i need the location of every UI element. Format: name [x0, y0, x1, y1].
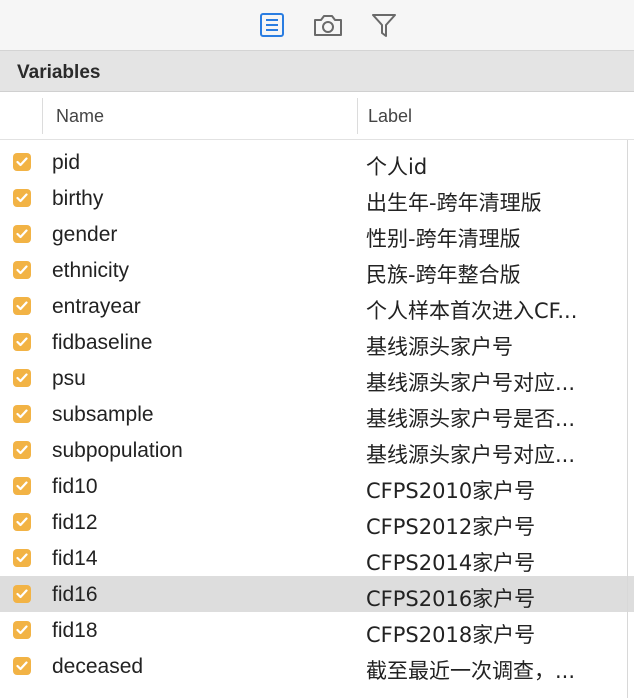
column-header-name[interactable]: Name [56, 106, 104, 127]
include-checkbox[interactable] [13, 405, 31, 423]
variable-name: subpopulation [52, 439, 183, 462]
checkmark-icon [16, 517, 28, 527]
table-row[interactable]: fid16 CFPS2016家户号 [0, 576, 634, 612]
variable-label: CFPS2014家户号 [366, 551, 536, 575]
table-row[interactable]: ethnicity 民族-跨年整合版 [0, 252, 634, 288]
checkmark-icon [16, 337, 28, 347]
toolbar [0, 0, 634, 50]
snapshot-button[interactable] [312, 9, 344, 41]
include-checkbox[interactable] [13, 189, 31, 207]
variable-name: fidbaseline [52, 331, 153, 354]
table-row[interactable]: deceased 截至最近一次调查，... [0, 648, 634, 684]
variable-name: gender [52, 223, 118, 246]
column-divider [42, 98, 43, 134]
variable-label: 民族-跨年整合版 [366, 263, 521, 287]
scroll-edge [627, 140, 628, 698]
variable-label: 出生年-跨年清理版 [366, 191, 542, 215]
include-checkbox[interactable] [13, 441, 31, 459]
include-checkbox[interactable] [13, 333, 31, 351]
table-row[interactable]: entrayear 个人样本首次进入CF... [0, 288, 634, 324]
include-checkbox[interactable] [13, 369, 31, 387]
variable-label: 个人样本首次进入CF... [366, 299, 578, 323]
variable-label: 基线源头家户号是否... [366, 407, 576, 431]
table-row[interactable]: pid 个人id [0, 144, 634, 180]
variable-label: CFPS2012家户号 [366, 515, 536, 539]
checkmark-icon [16, 445, 28, 455]
variable-label: 基线源头家户号对应... [366, 371, 576, 395]
variable-label: 截至最近一次调查，... [366, 659, 576, 683]
include-checkbox[interactable] [13, 261, 31, 279]
checkmark-icon [16, 373, 28, 383]
variable-name: fid10 [52, 475, 98, 498]
variable-name: fid18 [52, 619, 98, 642]
checkmark-icon [16, 265, 28, 275]
list-view-icon [260, 13, 284, 37]
checkmark-icon [16, 409, 28, 419]
variable-label: 性别-跨年清理版 [366, 227, 521, 251]
variable-label: 个人id [366, 155, 428, 179]
filter-icon [372, 14, 396, 37]
variable-label: 基线源头家户号对应... [366, 443, 576, 467]
checkmark-icon [16, 193, 28, 203]
variable-name: fid16 [52, 583, 98, 606]
table-row[interactable]: fidbaseline 基线源头家户号 [0, 324, 634, 360]
include-checkbox[interactable] [13, 657, 31, 675]
variable-name: entrayear [52, 295, 141, 318]
include-checkbox[interactable] [13, 477, 31, 495]
variable-name: birthy [52, 187, 104, 210]
include-checkbox[interactable] [13, 621, 31, 639]
checkmark-icon [16, 625, 28, 635]
variable-label: CFPS2010家户号 [366, 479, 536, 503]
checkmark-icon [16, 661, 28, 671]
table-row[interactable]: fid18 CFPS2018家户号 [0, 612, 634, 648]
column-header-row: Name Label [0, 92, 634, 140]
table-row[interactable]: psu 基线源头家户号对应... [0, 360, 634, 396]
table-row[interactable]: subpopulation 基线源头家户号对应... [0, 432, 634, 468]
variable-name: pid [52, 151, 81, 174]
variable-name: deceased [52, 655, 144, 678]
variable-name: psu [52, 367, 86, 390]
table-row[interactable]: fid12 CFPS2012家户号 [0, 504, 634, 540]
filter-button[interactable] [368, 9, 400, 41]
checkmark-icon [16, 301, 28, 311]
variable-name: ethnicity [52, 259, 130, 282]
table-row[interactable]: fid10 CFPS2010家户号 [0, 468, 634, 504]
table-row[interactable]: fid14 CFPS2014家户号 [0, 540, 634, 576]
include-checkbox[interactable] [13, 513, 31, 531]
table-row[interactable]: gender 性别-跨年清理版 [0, 216, 634, 252]
checkmark-icon [16, 481, 28, 491]
checkmark-icon [16, 229, 28, 239]
variable-label: 基线源头家户号 [366, 335, 513, 359]
table-row[interactable]: subsample 基线源头家户号是否... [0, 396, 634, 432]
include-checkbox[interactable] [13, 153, 31, 171]
include-checkbox[interactable] [13, 549, 31, 567]
variable-label: CFPS2018家户号 [366, 623, 536, 647]
variable-label: CFPS2016家户号 [366, 587, 536, 611]
column-divider [357, 98, 358, 134]
checkmark-icon [16, 553, 28, 563]
checkmark-icon [16, 157, 28, 167]
table-row[interactable]: birthy 出生年-跨年清理版 [0, 180, 634, 216]
variables-section-header: Variables [0, 50, 634, 92]
section-title: Variables [17, 62, 101, 83]
variable-name: subsample [52, 403, 154, 426]
variable-name: fid14 [52, 547, 98, 570]
variables-list: pid 个人id birthy 出生年-跨年清理版 gender 性别-跨年清理版 ethn… [0, 144, 634, 684]
variable-name: fid12 [52, 511, 98, 534]
include-checkbox[interactable] [13, 585, 31, 603]
include-checkbox[interactable] [13, 225, 31, 243]
checkmark-icon [16, 589, 28, 599]
column-header-label[interactable]: Label [368, 106, 412, 127]
list-view-button[interactable] [256, 9, 288, 41]
camera-icon [314, 15, 342, 36]
include-checkbox[interactable] [13, 297, 31, 315]
variables-table: Name Label pid 个人id birthy 出生年-跨年清理版 gender 性… [0, 92, 634, 698]
